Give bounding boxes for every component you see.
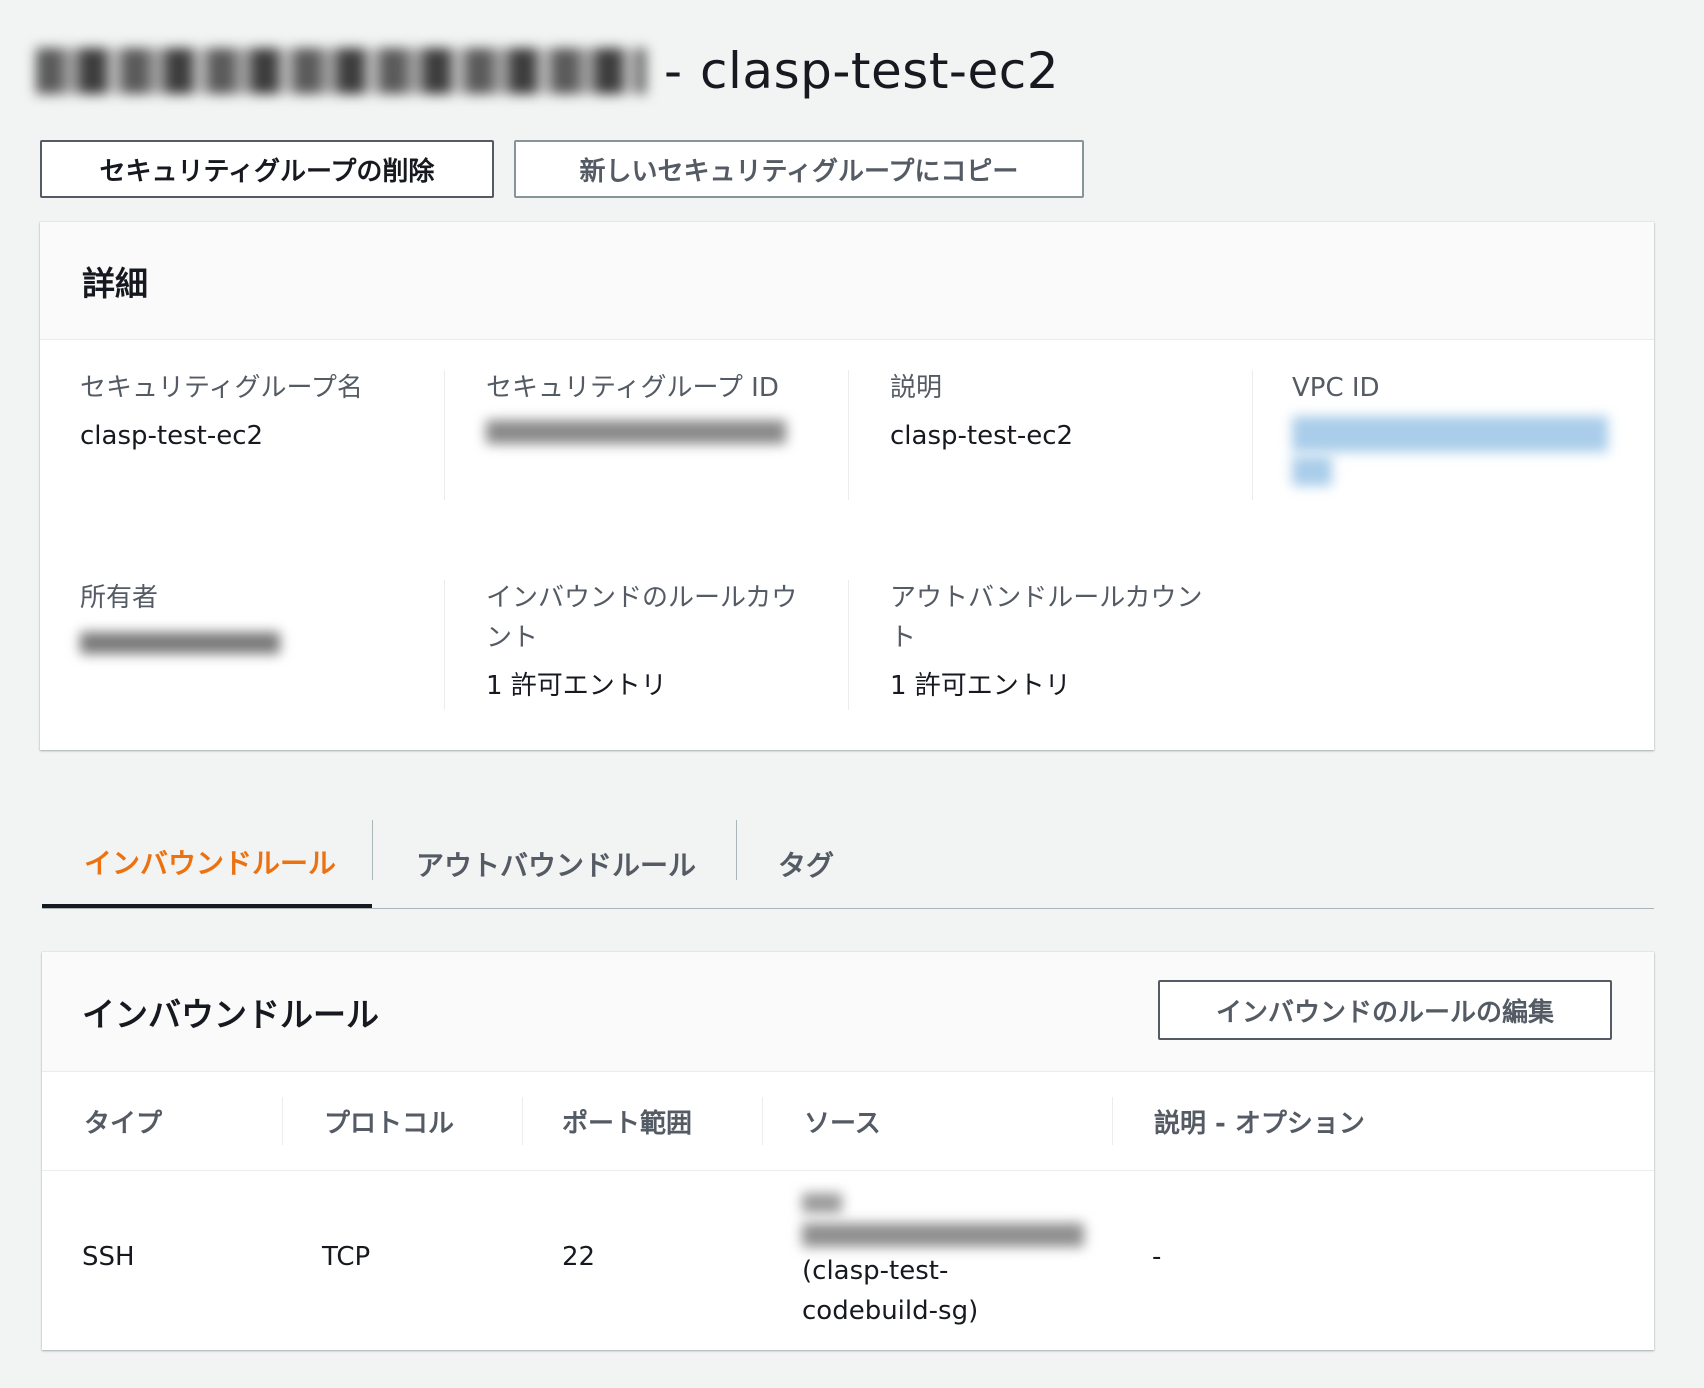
sg-id-label: セキュリティグループ ID xyxy=(486,373,779,403)
column-divider xyxy=(1252,370,1253,500)
outbound-count-label: アウトバンドルールカウント xyxy=(890,583,1203,653)
column-separator xyxy=(762,1097,763,1145)
column-header-protocol[interactable]: プロトコル xyxy=(324,1072,454,1170)
sg-name-label: セキュリティグループ名 xyxy=(80,373,363,403)
column-divider xyxy=(444,580,445,710)
inbound-count-label: インバウンドのルールカウント xyxy=(486,583,798,653)
copy-security-group-button[interactable]: 新しいセキュリティグループにコピー xyxy=(514,140,1084,198)
title-separator: - xyxy=(664,42,683,100)
page-title: - clasp-test-ec2 xyxy=(36,36,1059,106)
field-vpc-id: VPC ID xyxy=(1292,368,1632,486)
edit-inbound-rules-button[interactable]: インバウンドのルールの編集 xyxy=(1158,980,1612,1040)
column-divider xyxy=(444,370,445,500)
description-value: clasp-test-ec2 xyxy=(890,421,1074,451)
redacted-source-id-line2 xyxy=(802,1223,1084,1247)
field-sg-name: セキュリティグループ名 clasp-test-ec2 xyxy=(80,368,420,456)
tab-inbound-rules[interactable]: インバウンドルール xyxy=(42,820,372,908)
table-row: SSH TCP 22 (clasp-test-codebuild-sg) - xyxy=(42,1171,1654,1350)
sg-name-value: clasp-test-ec2 xyxy=(80,421,264,451)
field-outbound-count: アウトバンドルールカウント 1 許可エントリ xyxy=(890,578,1210,706)
redacted-vpc-id-link[interactable] xyxy=(1292,416,1608,452)
column-separator xyxy=(1112,1097,1113,1145)
column-header-port-range[interactable]: ポート範囲 xyxy=(562,1072,692,1170)
rule-source: (clasp-test-codebuild-sg) xyxy=(802,1193,1102,1331)
rule-protocol: TCP xyxy=(322,1242,371,1272)
redacted-sg-id xyxy=(486,420,786,444)
outbound-count-value: 1 許可エントリ xyxy=(890,671,1071,701)
table-header: タイプ プロトコル ポート範囲 ソース 説明 - オプション xyxy=(42,1072,1654,1171)
owner-label: 所有者 xyxy=(80,583,159,613)
description-label: 説明 xyxy=(890,373,943,403)
redacted-owner-id xyxy=(80,632,280,654)
redacted-vpc-id-link-line2[interactable] xyxy=(1292,456,1332,486)
tab-outbound-rules[interactable]: アウトバウンドルール xyxy=(416,820,716,908)
security-group-title: clasp-test-ec2 xyxy=(700,42,1060,100)
vpc-id-value[interactable] xyxy=(1292,416,1632,486)
redacted-source-id-line1 xyxy=(802,1193,842,1213)
delete-security-group-button[interactable]: セキュリティグループの削除 xyxy=(40,140,494,198)
details-panel: 詳細 セキュリティグループ名 clasp-test-ec2 セキュリティグループ… xyxy=(40,222,1654,750)
field-inbound-count: インバウンドのルールカウント 1 許可エントリ xyxy=(486,578,806,706)
tab-tags[interactable]: タグ xyxy=(778,820,898,908)
details-header: 詳細 xyxy=(40,222,1654,340)
rule-source-name: (clasp-test-codebuild-sg) xyxy=(802,1256,979,1326)
details-title: 詳細 xyxy=(82,263,148,303)
tab-bar: インバウンドルール アウトバウンドルール タグ xyxy=(42,820,1654,909)
sg-id-value xyxy=(486,416,826,456)
column-header-type[interactable]: タイプ xyxy=(84,1072,162,1170)
vpc-id-label: VPC ID xyxy=(1292,373,1380,403)
column-header-description[interactable]: 説明 - オプション xyxy=(1154,1072,1365,1170)
tab-separator xyxy=(736,820,737,880)
field-description: 説明 clasp-test-ec2 xyxy=(890,368,1230,456)
owner-value xyxy=(80,626,420,666)
rule-type: SSH xyxy=(82,1242,135,1272)
tab-separator xyxy=(372,820,373,880)
column-divider xyxy=(848,580,849,710)
redacted-account-name xyxy=(36,48,646,94)
field-owner: 所有者 xyxy=(80,578,420,666)
column-header-source[interactable]: ソース xyxy=(804,1072,881,1170)
column-separator xyxy=(522,1097,523,1145)
rule-description: - xyxy=(1152,1242,1162,1272)
rule-port-range: 22 xyxy=(562,1242,596,1272)
field-sg-id: セキュリティグループ ID xyxy=(486,368,826,456)
inbound-rules-panel: インバウンドルール インバウンドのルールの編集 タイプ プロトコル ポート範囲 … xyxy=(42,952,1654,1350)
inbound-count-value: 1 許可エントリ xyxy=(486,671,667,701)
column-separator xyxy=(282,1097,283,1145)
inbound-rules-title: インバウンドルール xyxy=(82,994,379,1034)
column-divider xyxy=(848,370,849,500)
